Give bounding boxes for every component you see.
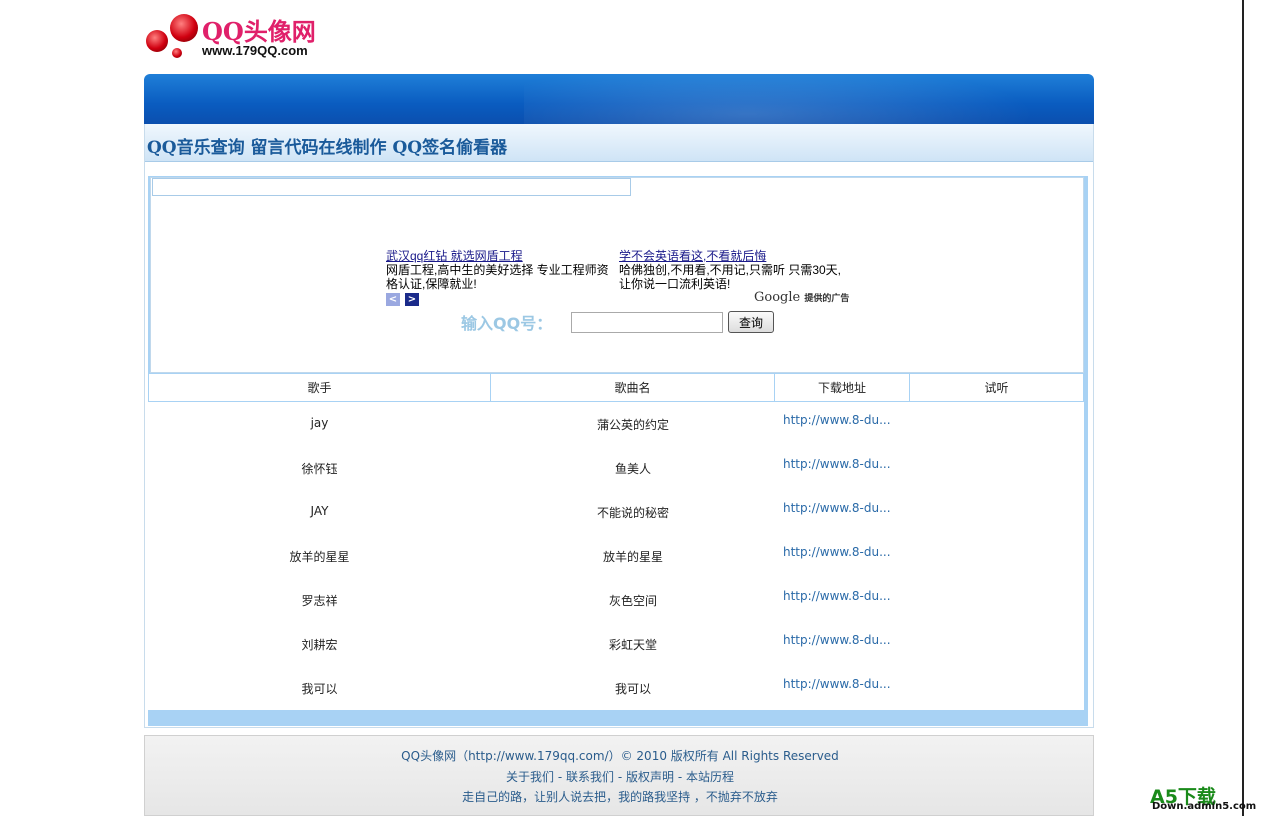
site-logo[interactable]: QQ头像网 www.179QQ.com bbox=[144, 10, 334, 62]
song-cell: 放羊的星星 bbox=[602, 550, 663, 564]
google-ads-label[interactable]: Google 提供的广告 bbox=[754, 290, 849, 305]
download-link[interactable]: http://www.8-du... bbox=[783, 677, 891, 691]
separator: - bbox=[614, 770, 626, 784]
ad-link[interactable]: 学不会英语看这,不看就后悔 bbox=[619, 249, 766, 263]
download-link[interactable]: http://www.8-du... bbox=[783, 545, 891, 559]
footer-link-copyright[interactable]: 版权声明 bbox=[626, 770, 674, 784]
download-link[interactable]: http://www.8-du... bbox=[783, 633, 891, 647]
qq-number-input[interactable] bbox=[571, 312, 723, 333]
logo-ball-icon bbox=[172, 48, 182, 58]
singer-cell: 刘耕宏 bbox=[301, 638, 338, 652]
column-header-download: 下载地址 bbox=[775, 373, 910, 402]
ad-item: 学不会英语看这,不看就后悔 哈佛独创,不用看,不用记,只需听 只需30天,让你说… bbox=[619, 249, 844, 291]
logo-ball-icon bbox=[170, 14, 198, 42]
column-header-singer: 歌手 bbox=[148, 373, 491, 402]
singer-cell: 徐怀钰 bbox=[301, 462, 338, 476]
column-header-listen: 试听 bbox=[910, 373, 1084, 402]
table-row: JAY 不能说的秘密 http://www.8-du... bbox=[148, 490, 1084, 534]
table-row: jay 蒲公英的约定 http://www.8-du... bbox=[148, 402, 1084, 446]
google-suffix: 提供的广告 bbox=[804, 294, 850, 304]
table-row: 罗志祥 灰色空间 http://www.8-du... bbox=[148, 578, 1084, 622]
song-cell: 我可以 bbox=[614, 682, 651, 696]
footer-link-contact[interactable]: 联系我们 bbox=[566, 770, 614, 784]
song-cell: 彩虹天堂 bbox=[608, 638, 657, 652]
song-cell: 灰色空间 bbox=[608, 594, 657, 608]
google-brand: Google bbox=[754, 290, 801, 305]
ad-next-icon[interactable]: > bbox=[405, 293, 419, 306]
table-row: 刘耕宏 彩虹天堂 http://www.8-du... bbox=[148, 622, 1084, 666]
page-title: QQ音乐查询 留言代码在线制作 QQ签名偷看器 bbox=[147, 138, 508, 158]
separator: - bbox=[554, 770, 566, 784]
title-bar: QQ音乐查询 留言代码在线制作 QQ签名偷看器 bbox=[145, 124, 1093, 162]
music-table: 歌手 歌曲名 下载地址 试听 jay 蒲公英的约定 http://www.8-d… bbox=[148, 373, 1084, 710]
separator: - bbox=[674, 770, 686, 784]
footer-copyright: QQ头像网（http://www.179qq.com/）© 2010 版权所有 … bbox=[401, 749, 839, 763]
column-header-song: 歌曲名 bbox=[491, 373, 775, 402]
song-cell: 鱼美人 bbox=[614, 462, 651, 476]
ad-prev-icon[interactable]: < bbox=[386, 293, 400, 306]
table-row: 我可以 我可以 http://www.8-du... bbox=[148, 666, 1084, 710]
table-row: 徐怀钰 鱼美人 http://www.8-du... bbox=[148, 446, 1084, 490]
qq-input-label: 输入QQ号： bbox=[461, 314, 553, 333]
download-link[interactable]: http://www.8-du... bbox=[783, 457, 891, 471]
singer-cell: 放羊的星星 bbox=[289, 550, 350, 564]
ad-link[interactable]: 武汉qq红钻 就选网盾工程 bbox=[386, 249, 523, 263]
download-link[interactable]: http://www.8-du... bbox=[783, 589, 891, 603]
download-link[interactable]: http://www.8-du... bbox=[783, 413, 891, 427]
song-cell: 蒲公英的约定 bbox=[596, 418, 669, 432]
download-link[interactable]: http://www.8-du... bbox=[783, 501, 891, 515]
ad-text: 网盾工程,高中生的美好选择 专业工程师资格认证,保障就业! bbox=[386, 263, 609, 291]
watermark-url: Down.admin5.com bbox=[1152, 801, 1257, 812]
logo-url: www.179QQ.com bbox=[202, 43, 308, 58]
ad-item: 武汉qq红钻 就选网盾工程 网盾工程,高中生的美好选择 专业工程师资格认证,保障… bbox=[386, 249, 611, 291]
footer-link-about[interactable]: 关于我们 bbox=[506, 770, 554, 784]
singer-cell: jay bbox=[310, 416, 329, 430]
search-panel bbox=[150, 177, 1084, 373]
logo-ball-icon bbox=[146, 30, 168, 52]
singer-cell: JAY bbox=[310, 504, 329, 518]
query-button[interactable]: 查询 bbox=[728, 311, 774, 333]
footer-link-history[interactable]: 本站历程 bbox=[686, 770, 734, 784]
ad-text: 哈佛独创,不用看,不用记,只需听 只需30天,让你说一口流利英语! bbox=[619, 263, 842, 291]
logo-title: QQ头像网 bbox=[202, 17, 316, 46]
banner bbox=[144, 74, 1094, 124]
window-edge bbox=[1242, 0, 1244, 816]
table-row: 放羊的星星 放羊的星星 http://www.8-du... bbox=[148, 534, 1084, 578]
song-cell: 不能说的秘密 bbox=[596, 506, 669, 520]
footer-links: 关于我们 - 联系我们 - 版权声明 - 本站历程 bbox=[145, 768, 1095, 785]
footer-motto: 走自己的路，让别人说去把，我的路我坚持 ，不抛弃不放弃 bbox=[462, 790, 778, 804]
singer-cell: 我可以 bbox=[301, 682, 338, 696]
top-bar bbox=[152, 178, 631, 196]
singer-cell: 罗志祥 bbox=[301, 594, 338, 608]
footer: QQ头像网（http://www.179qq.com/）© 2010 版权所有 … bbox=[144, 735, 1094, 816]
